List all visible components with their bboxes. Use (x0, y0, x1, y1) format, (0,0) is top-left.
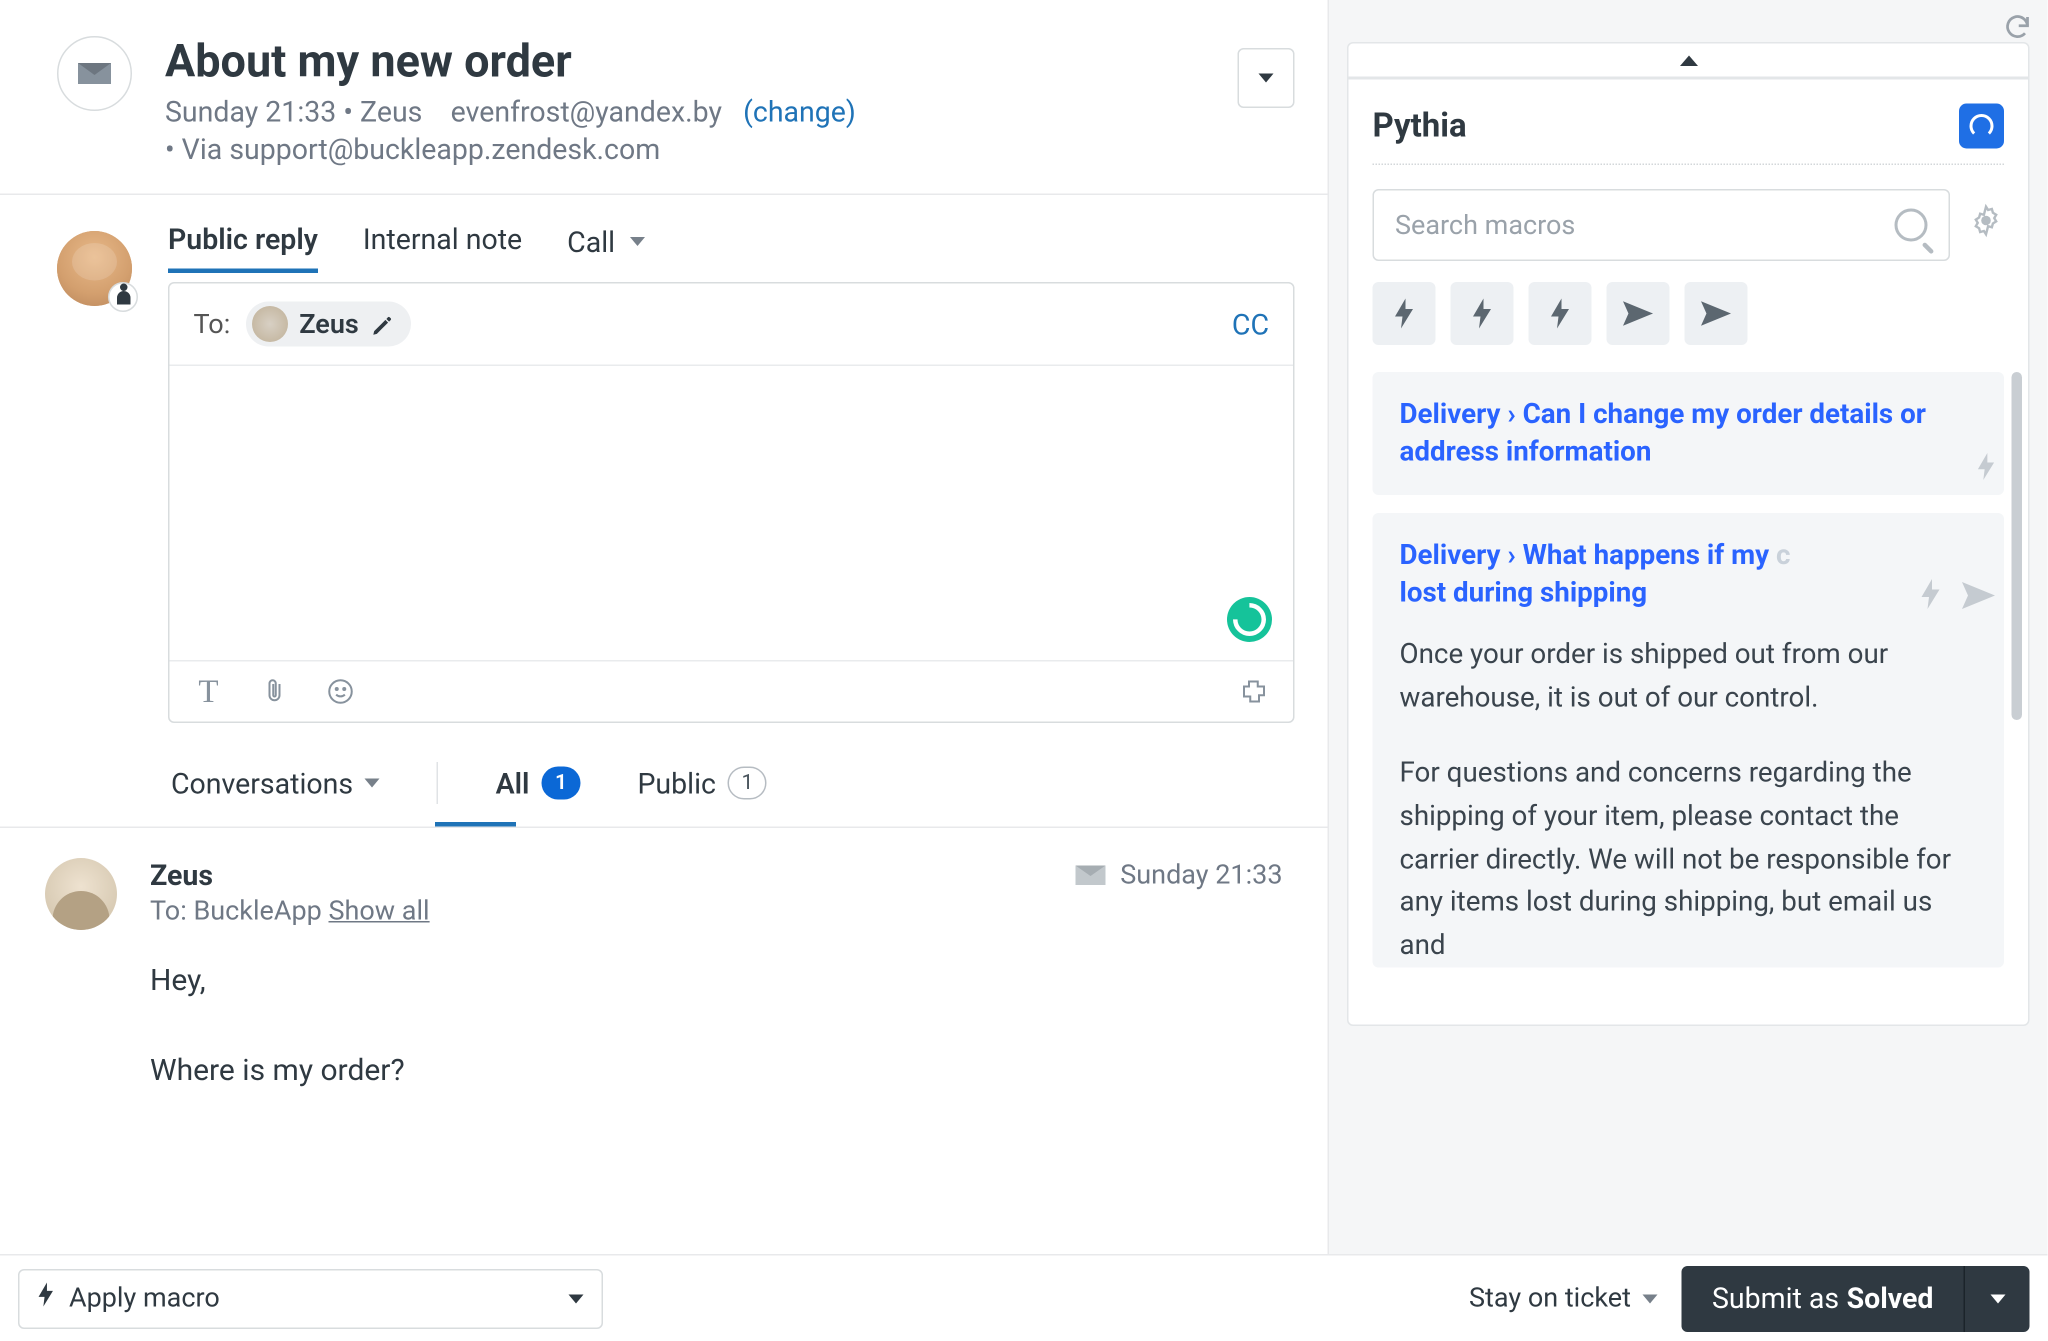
tab-internal-note[interactable]: Internal note (363, 222, 522, 273)
filter-all-count: 1 (541, 767, 580, 800)
recipient-chip-name: Zeus (299, 308, 359, 340)
cc-link[interactable]: CC (1232, 307, 1269, 342)
quick-send-2[interactable] (1685, 282, 1748, 345)
filter-public-count: 1 (728, 767, 767, 800)
pencil-icon[interactable] (371, 313, 394, 336)
via-address: support@buckleapp.zendesk.com (229, 132, 660, 167)
ticket-main-pane: About my new order Sunday 21:33 • Zeus e… (0, 0, 1328, 1341)
filter-public[interactable]: Public 1 (637, 766, 766, 801)
suggestion-list: Delivery › Can I change my order details… (1373, 372, 2005, 967)
requester-email: evenfrost@yandex.by (451, 95, 722, 130)
suggestion-action-send[interactable] (1962, 576, 1995, 618)
ticket-footer: Apply macro Stay on ticket Submit asSolv… (0, 1254, 2048, 1341)
to-label: To: (194, 308, 231, 340)
apply-macro-label: Apply macro (69, 1283, 220, 1315)
message-item: Zeus Sunday 21:33 To: BuckleApp Show all… (0, 828, 1328, 1113)
chevron-down-icon (630, 237, 645, 246)
agent-badge-icon (108, 282, 138, 312)
submit-status-dropdown[interactable] (1964, 1265, 2030, 1331)
tab-call-label: Call (567, 224, 615, 259)
agent-avatar (57, 231, 132, 306)
suggestion-body: Once your order is shipped out from our … (1400, 633, 1978, 967)
apply-macro-select[interactable]: Apply macro (18, 1268, 603, 1328)
ticket-title: About my new order (165, 36, 856, 89)
suggestion-title-link[interactable]: Delivery › What happens if my c lost dur… (1400, 537, 1978, 612)
pythia-title: Pythia (1373, 107, 1467, 145)
filter-all[interactable]: All 1 (496, 766, 581, 801)
attachment-icon[interactable] (260, 677, 290, 707)
search-icon (1895, 209, 1928, 242)
show-all-link[interactable]: Show all (329, 896, 430, 928)
message-date: Sunday 21:33 (1075, 860, 1282, 892)
change-requester-link[interactable]: (change) (743, 95, 856, 130)
requester-name: Zeus (360, 95, 422, 130)
ticket-header: About my new order Sunday 21:33 • Zeus e… (0, 0, 1328, 195)
tab-public-reply[interactable]: Public reply (168, 222, 318, 273)
chevron-down-icon (569, 1294, 584, 1303)
chevron-up-icon (1679, 55, 1697, 66)
envelope-icon (1075, 866, 1105, 886)
conversation-filters: Conversations All 1 Public 1 (0, 738, 1328, 822)
emoji-icon[interactable] (326, 677, 356, 707)
suggestion-action-bolt[interactable] (1977, 447, 1995, 489)
quick-send-1[interactable] (1607, 282, 1670, 345)
recipient-avatar-icon (251, 306, 287, 342)
conversations-dropdown[interactable]: Conversations (171, 766, 380, 801)
tab-call[interactable]: Call (567, 222, 645, 273)
grammarly-icon[interactable] (1227, 597, 1272, 642)
quick-bolt-3[interactable] (1529, 282, 1592, 345)
envelope-icon (78, 63, 111, 84)
divider (437, 762, 439, 804)
compose-tabs: Public reply Internal note Call (168, 222, 1295, 273)
stay-on-ticket-dropdown[interactable]: Stay on ticket (1469, 1283, 1658, 1315)
text-format-icon[interactable]: T (194, 677, 224, 707)
quick-action-row (1373, 282, 2005, 345)
recipient-chip[interactable]: Zeus (245, 302, 411, 347)
refresh-icon[interactable] (2003, 9, 2033, 51)
macro-search-box[interactable] (1373, 189, 1951, 261)
suggestion-title-link[interactable]: Delivery › Can I change my order details… (1400, 396, 1978, 471)
submit-button[interactable]: Submit asSolved (1682, 1265, 1964, 1331)
scrollbar-thumb[interactable] (2012, 372, 2023, 720)
chevron-down-icon (1643, 1294, 1658, 1303)
message-from: Zeus (150, 858, 213, 893)
chevron-down-icon (1990, 1294, 2005, 1303)
bolt-icon (38, 1283, 55, 1315)
panel-collapse-bar[interactable] (1347, 42, 2030, 78)
chevron-down-icon (365, 779, 380, 788)
suggestion-card-1: Delivery › Can I change my order details… (1373, 372, 2005, 495)
pythia-app-card: Pythia (1347, 78, 2030, 1025)
message-body: Hey, Where is my order? (150, 951, 1283, 1098)
apps-icon[interactable] (1239, 677, 1269, 707)
via-prefix: • Via (165, 132, 229, 167)
gear-icon[interactable] (1968, 203, 2004, 248)
quick-bolt-1[interactable] (1373, 282, 1436, 345)
channel-icon (57, 36, 132, 111)
ticket-timestamp: Sunday 21:33 (165, 95, 336, 130)
apps-sidebar: Pythia (1328, 0, 2048, 1254)
ticket-options-dropdown[interactable] (1238, 48, 1295, 108)
suggestion-card-2: Delivery › What happens if my c lost dur… (1373, 513, 2005, 967)
macro-search-input[interactable] (1395, 209, 1895, 241)
message-avatar (45, 858, 117, 930)
message-to-line: To: BuckleApp Show all (150, 896, 1283, 928)
compose-box: To: Zeus CC T (168, 282, 1295, 723)
reply-editor[interactable] (170, 366, 1294, 660)
quick-bolt-2[interactable] (1451, 282, 1514, 345)
suggestion-action-bolt[interactable] (1920, 576, 1941, 618)
pythia-logo-icon (1959, 104, 2004, 149)
chevron-down-icon (1259, 74, 1274, 83)
compose-toolbar: T (170, 660, 1294, 722)
recipient-row: To: Zeus CC (170, 284, 1294, 367)
compose-area: Public reply Internal note Call To: Zeus (0, 195, 1328, 738)
